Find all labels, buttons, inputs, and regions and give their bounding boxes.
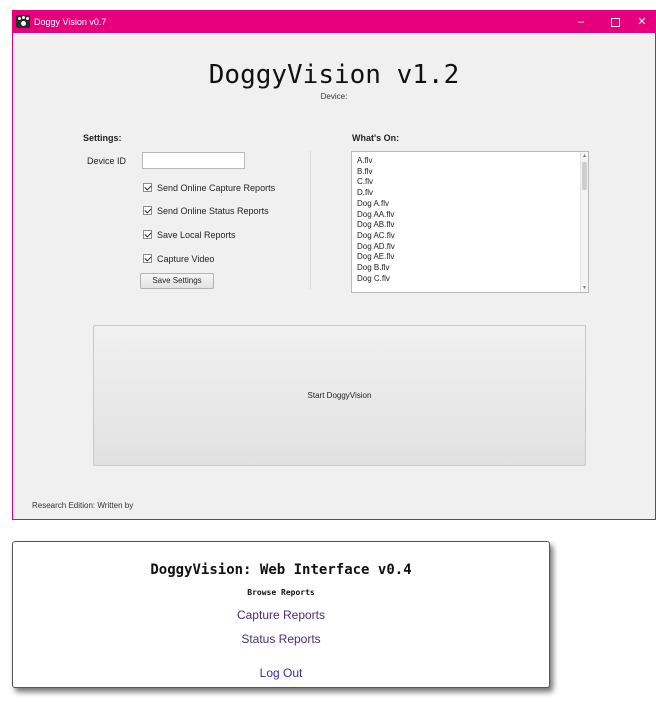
capture-reports-link[interactable]: Capture Reports	[13, 608, 549, 622]
whats-on-heading: What's On:	[352, 133, 400, 143]
web-title: DoggyVision: Web Interface v0.4	[150, 562, 412, 578]
list-item[interactable]: Dog B.flv	[357, 263, 395, 274]
checkbox-label: Send Online Capture Reports	[157, 183, 276, 193]
list-item[interactable]: C.flv	[357, 177, 395, 188]
paw-icon	[16, 15, 30, 28]
close-button[interactable]: ✕	[627, 11, 656, 33]
checkbox-label: Send Online Status Reports	[157, 206, 269, 216]
start-doggyvision-button[interactable]: Start DoggyVision	[93, 325, 586, 466]
web-interface-panel: DoggyVision: Web Interface v0.4 Browse R…	[12, 541, 550, 688]
minimize-icon: –	[577, 16, 585, 28]
scroll-down-icon[interactable]: ▼	[581, 284, 588, 292]
scrollbar-thumb[interactable]	[582, 162, 587, 190]
checkbox-label: Capture Video	[157, 254, 215, 264]
list-item[interactable]: B.flv	[357, 167, 395, 178]
list-scrollbar[interactable]: ▲ ▼	[580, 152, 588, 292]
scroll-up-icon[interactable]: ▲	[581, 152, 588, 160]
checkbox-checked-icon[interactable]	[143, 254, 152, 263]
maximize-button[interactable]	[600, 11, 630, 33]
device-id-input[interactable]	[142, 152, 245, 169]
whats-on-items: A.flv B.flv C.flv D.flv Dog A.flv Dog AA…	[357, 156, 395, 284]
column-divider	[310, 151, 311, 289]
web-subtitle: Browse Reports	[247, 588, 315, 597]
checkbox-checked-icon[interactable]	[143, 230, 152, 239]
settings-heading: Settings:	[83, 133, 122, 143]
list-item[interactable]: A.flv	[357, 156, 395, 167]
app-heading: DoggyVision v1.2	[208, 60, 460, 90]
minimize-button[interactable]: –	[566, 11, 596, 33]
log-out-link[interactable]: Log Out	[13, 666, 549, 680]
checkbox-checked-icon[interactable]	[143, 183, 152, 192]
checkbox-checked-icon[interactable]	[143, 206, 152, 215]
list-item[interactable]: Dog AD.flv	[357, 242, 395, 253]
window-title: Doggy Vision v0.7	[34, 17, 107, 27]
save-settings-button[interactable]: Save Settings	[140, 273, 214, 289]
list-item[interactable]: Dog AB.flv	[357, 220, 395, 231]
list-item[interactable]: Dog A.flv	[357, 199, 395, 210]
list-item[interactable]: Dog AE.flv	[357, 252, 395, 263]
list-item[interactable]: Dog C.flv	[357, 274, 395, 285]
footer-note: Research Edition: Written by	[32, 501, 134, 510]
whats-on-list[interactable]: A.flv B.flv C.flv D.flv Dog A.flv Dog AA…	[351, 151, 589, 293]
close-icon: ✕	[637, 16, 647, 28]
checkbox-label: Save Local Reports	[157, 230, 236, 240]
device-caption: Device:	[320, 92, 348, 101]
device-id-label: Device ID	[87, 156, 127, 166]
status-reports-link[interactable]: Status Reports	[13, 632, 549, 646]
list-item[interactable]: Dog AC.flv	[357, 231, 395, 242]
app-window: Doggy Vision v0.7 – ✕ DoggyVision v1.2 D…	[12, 10, 656, 520]
list-item[interactable]: D.flv	[357, 188, 395, 199]
title-bar[interactable]: Doggy Vision v0.7 – ✕	[13, 11, 655, 33]
list-item[interactable]: Dog AA.flv	[357, 210, 395, 221]
maximize-icon	[610, 17, 620, 27]
